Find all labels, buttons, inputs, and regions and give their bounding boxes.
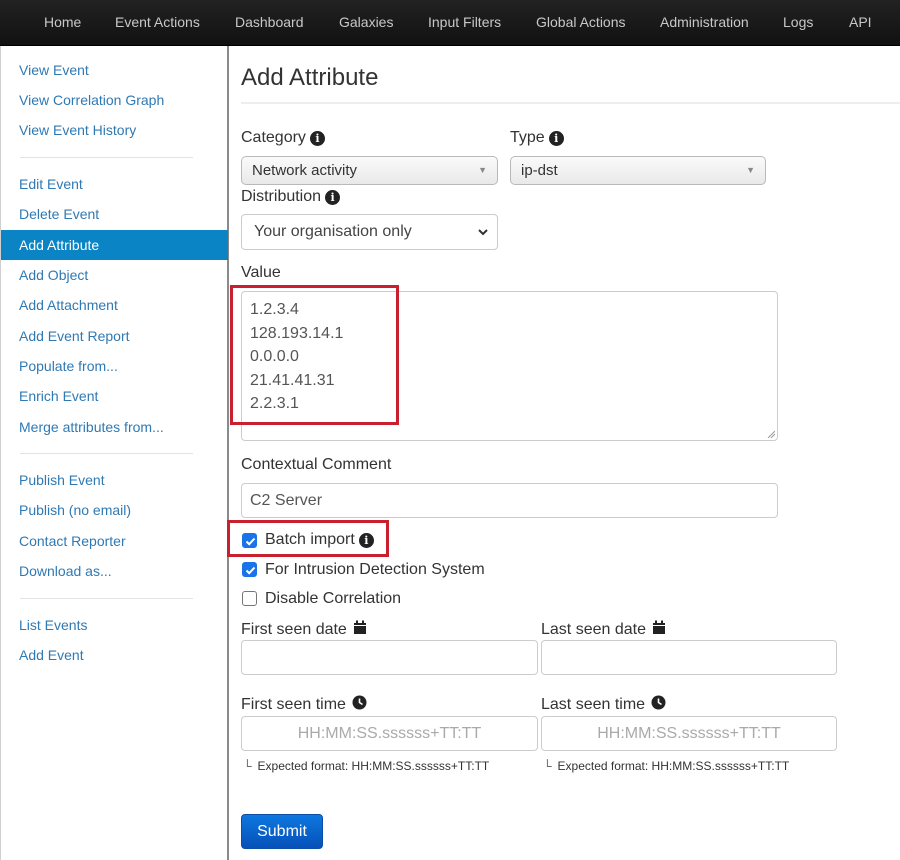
nav-global-actions[interactable]: Global Actions bbox=[536, 0, 626, 46]
page-title: Add Attribute bbox=[241, 64, 379, 91]
first-seen-time-hint-text: Expected format: HH:MM:SS.ssssss+TT:TT bbox=[257, 759, 490, 773]
first-seen-time-hint: └ Expected format: HH:MM:SS.ssssss+TT:TT bbox=[243, 759, 489, 773]
sidebar-item-add-object[interactable]: Add Object bbox=[1, 260, 228, 290]
caret-down-icon: ▼ bbox=[746, 165, 755, 175]
nav-home[interactable]: Home bbox=[44, 0, 81, 46]
corner-arrow-icon: └ bbox=[543, 759, 552, 773]
sidebar-item-download-as[interactable]: Download as... bbox=[1, 556, 228, 586]
sidebar-item-enrich-event[interactable]: Enrich Event bbox=[1, 381, 228, 411]
category-label: Category i bbox=[241, 129, 325, 147]
submit-button[interactable]: Submit bbox=[241, 814, 323, 849]
sidebar-item-publish-no-email[interactable]: Publish (no email) bbox=[1, 495, 228, 525]
nav-dashboard[interactable]: Dashboard bbox=[235, 0, 304, 46]
sidebar-divider bbox=[20, 453, 193, 454]
clock-icon bbox=[352, 695, 367, 710]
disable-correlation-checkbox[interactable] bbox=[242, 591, 257, 606]
last-seen-time-input[interactable]: HH:MM:SS.ssssss+TT:TT bbox=[541, 716, 837, 751]
first-seen-date-input[interactable] bbox=[241, 640, 538, 675]
corner-arrow-icon: └ bbox=[243, 759, 252, 773]
nav-galaxies[interactable]: Galaxies bbox=[339, 0, 393, 46]
distribution-select-value: Your organisation only bbox=[254, 223, 412, 240]
type-select[interactable]: ip-dst ▼ bbox=[510, 156, 766, 185]
first-seen-date-label: First seen date bbox=[241, 620, 367, 639]
category-select-value: Network activity bbox=[252, 162, 358, 179]
comment-label: Contextual Comment bbox=[241, 456, 392, 473]
sidebar-item-edit-event[interactable]: Edit Event bbox=[1, 169, 228, 199]
top-navbar: Home Event Actions Dashboard Galaxies In… bbox=[0, 0, 900, 46]
value-label: Value bbox=[241, 264, 281, 281]
first-seen-time-input[interactable]: HH:MM:SS.ssssss+TT:TT bbox=[241, 716, 538, 751]
sidebar-item-view-event-history[interactable]: View Event History bbox=[1, 115, 228, 145]
calendar-icon bbox=[652, 620, 665, 634]
sidebar-divider bbox=[20, 598, 193, 599]
nav-logs[interactable]: Logs bbox=[783, 0, 813, 46]
distribution-label: Distribution i bbox=[241, 188, 341, 206]
disable-correlation-label: Disable Correlation bbox=[265, 590, 402, 607]
comment-input[interactable]: C2 Server bbox=[241, 483, 778, 518]
last-seen-time-label: Last seen time bbox=[541, 695, 666, 714]
sidebar-item-view-correlation-graph[interactable]: View Correlation Graph bbox=[1, 85, 228, 115]
caret-down-icon: ▼ bbox=[478, 165, 487, 175]
batch-import-highlight-box bbox=[227, 520, 389, 557]
sidebar-item-publish-event[interactable]: Publish Event bbox=[1, 465, 228, 495]
ids-label: For Intrusion Detection System bbox=[265, 561, 485, 578]
sidebar-item-list-events[interactable]: List Events bbox=[1, 610, 228, 640]
sidebar-item-populate-from[interactable]: Populate from... bbox=[1, 351, 228, 381]
sidebar-item-add-attachment[interactable]: Add Attachment bbox=[1, 290, 228, 320]
title-divider bbox=[241, 102, 900, 104]
last-seen-date-input[interactable] bbox=[541, 640, 837, 675]
sidebar: View Event View Correlation Graph View E… bbox=[0, 46, 229, 860]
chevron-down-icon bbox=[478, 229, 488, 236]
last-seen-time-hint-text: Expected format: HH:MM:SS.ssssss+TT:TT bbox=[557, 759, 790, 773]
category-label-text: Category bbox=[241, 129, 306, 146]
value-highlight-box bbox=[230, 285, 399, 425]
clock-icon bbox=[651, 695, 666, 710]
sidebar-divider bbox=[20, 157, 193, 158]
ids-checkbox[interactable] bbox=[242, 562, 257, 577]
first-seen-time-label: First seen time bbox=[241, 695, 367, 714]
category-select[interactable]: Network activity ▼ bbox=[241, 156, 498, 185]
first-seen-time-label-text: First seen time bbox=[241, 696, 346, 713]
type-label-text: Type bbox=[510, 129, 545, 146]
nav-administration[interactable]: Administration bbox=[660, 0, 749, 46]
nav-event-actions[interactable]: Event Actions bbox=[115, 0, 200, 46]
sidebar-item-add-event[interactable]: Add Event bbox=[1, 640, 228, 670]
info-icon[interactable]: i bbox=[309, 131, 325, 146]
type-select-value: ip-dst bbox=[521, 162, 558, 179]
nav-input-filters[interactable]: Input Filters bbox=[428, 0, 501, 46]
sidebar-item-add-attribute[interactable]: Add Attribute bbox=[1, 230, 228, 260]
sidebar-item-contact-reporter[interactable]: Contact Reporter bbox=[1, 526, 228, 556]
distribution-label-text: Distribution bbox=[241, 188, 322, 205]
last-seen-date-label: Last seen date bbox=[541, 620, 666, 639]
first-seen-date-label-text: First seen date bbox=[241, 621, 347, 638]
checkmark-icon bbox=[245, 566, 256, 575]
sidebar-item-delete-event[interactable]: Delete Event bbox=[1, 199, 228, 229]
distribution-select[interactable]: Your organisation only bbox=[241, 214, 498, 250]
type-label: Type i bbox=[510, 129, 564, 147]
last-seen-time-hint: └ Expected format: HH:MM:SS.ssssss+TT:TT bbox=[543, 759, 789, 773]
sidebar-item-merge-attributes[interactable]: Merge attributes from... bbox=[1, 412, 228, 442]
resize-handle-icon[interactable] bbox=[767, 430, 775, 438]
sidebar-item-add-event-report[interactable]: Add Event Report bbox=[1, 321, 228, 351]
nav-api[interactable]: API bbox=[849, 0, 872, 46]
info-icon[interactable]: i bbox=[548, 131, 564, 146]
calendar-icon bbox=[353, 620, 366, 634]
sidebar-item-view-event[interactable]: View Event bbox=[1, 55, 228, 85]
last-seen-date-label-text: Last seen date bbox=[541, 621, 646, 638]
last-seen-time-label-text: Last seen time bbox=[541, 696, 646, 713]
info-icon[interactable]: i bbox=[325, 190, 341, 205]
